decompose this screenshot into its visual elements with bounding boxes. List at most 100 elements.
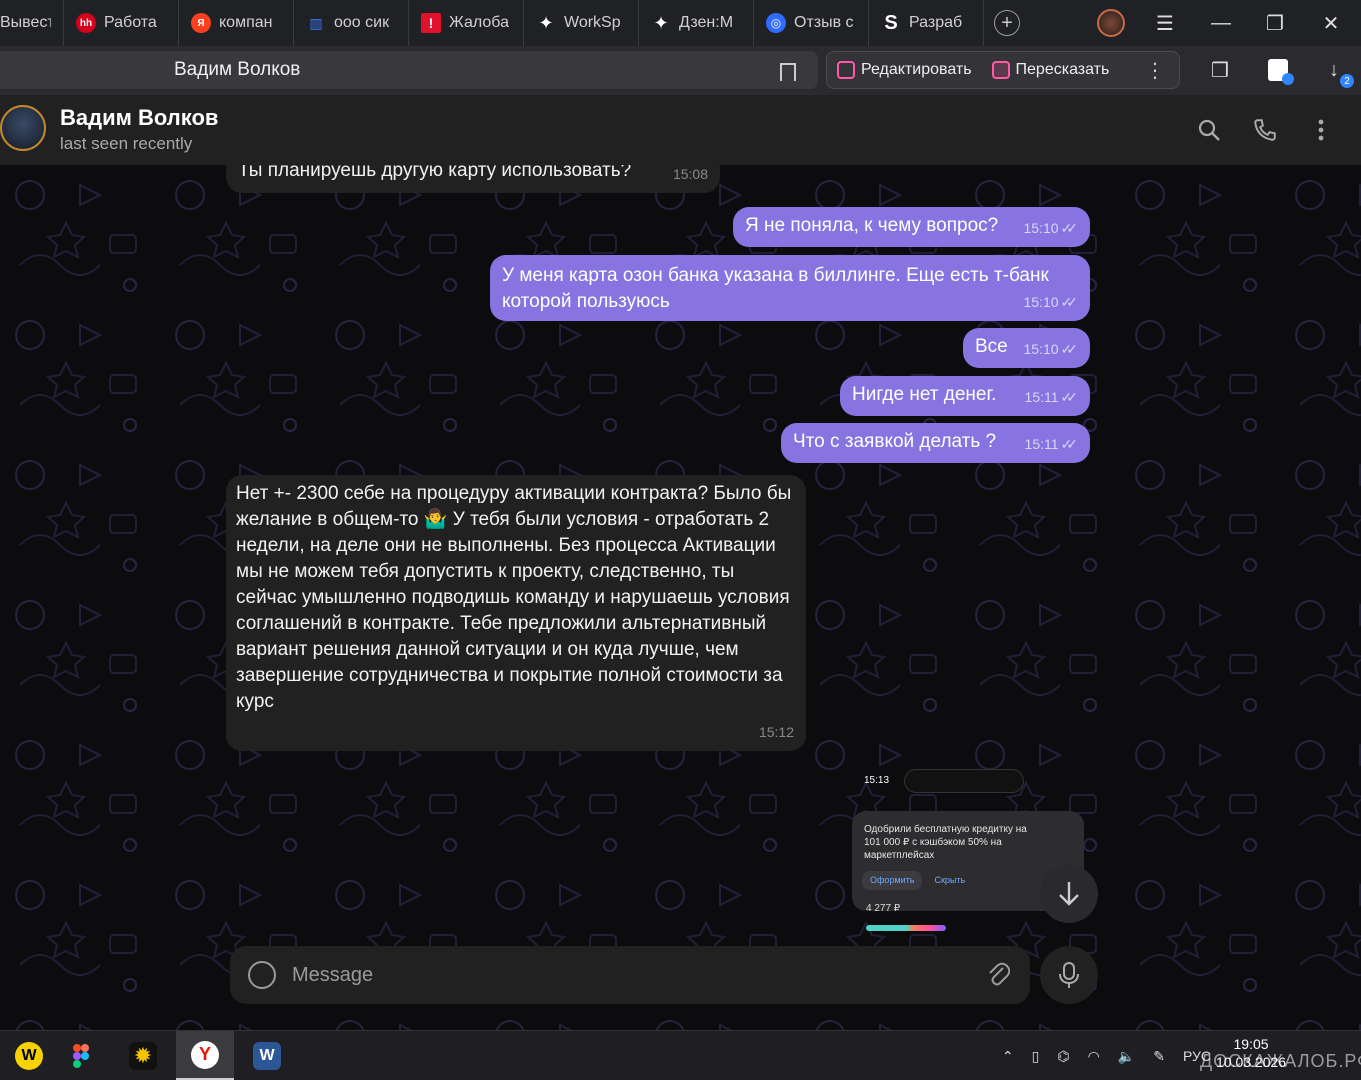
wifi-icon[interactable]: ◠ [1088, 1048, 1100, 1065]
scroll-down-button[interactable] [1040, 865, 1098, 923]
message-text: Нет +- 2300 себе на процедуру активации … [236, 483, 792, 712]
address-bar[interactable]: Вадим Волков [0, 51, 818, 89]
message-meta: 15:10 ✓✓ [1023, 336, 1078, 362]
review-icon: ◎ [766, 13, 786, 33]
message-text: У меня карта озон банка указана в биллин… [502, 265, 1049, 312]
screen: Вывести hh Работа Я компан ▥ ооо сик ! Ж… [0, 0, 1361, 1080]
taskbar-app[interactable] [52, 1031, 110, 1080]
taskbar: W ✹ Y W ⌃ ▯ ⌬ ◠ 🔈 ✎ РУС 19:05 10.03.2026 [0, 1030, 1361, 1080]
more-icon[interactable]: ⋮ [1145, 58, 1179, 83]
pen-icon[interactable]: ✎ [1153, 1048, 1165, 1065]
restore-icon[interactable]: ❐ [1248, 0, 1302, 46]
image-progress-bar [866, 925, 946, 931]
browser-tab[interactable]: hh Работа [64, 0, 179, 46]
bookmark-icon[interactable] [780, 63, 796, 81]
browser-tab[interactable]: ✦ WorkSp [524, 0, 639, 46]
message-text: Все [975, 336, 1008, 357]
message-meta: 15:11 ✓✓ [1024, 431, 1079, 457]
downloads-badge: 2 [1340, 74, 1354, 88]
read-checks-icon: ✓✓ [1060, 389, 1079, 405]
edit-button[interactable]: Редактировать [827, 51, 982, 89]
emoji-icon[interactable] [248, 961, 276, 989]
new-tab-button[interactable]: + [994, 10, 1020, 36]
read-checks-icon: ✓✓ [1060, 341, 1079, 357]
message-time: 15:11 [1024, 389, 1059, 405]
image-hide-label: Скрыть [934, 875, 966, 885]
taskbar-app-browser[interactable]: Y [176, 1031, 234, 1080]
message-incoming[interactable]: Ты планируешь другую карту использовать?… [226, 165, 720, 193]
message-input[interactable] [292, 956, 972, 994]
volume-icon[interactable]: 🔈 [1118, 1048, 1135, 1065]
more-vertical-icon[interactable] [1308, 117, 1334, 143]
chat-messages[interactable]: Ты планируешь другую карту использовать?… [0, 165, 1361, 1030]
message-time: 15:10 [1023, 341, 1059, 357]
message-time: 15:08 [672, 166, 708, 182]
minimize-icon[interactable]: — [1194, 0, 1248, 46]
edit-icon [837, 61, 855, 79]
message-meta: 15:10 ✓✓ [1023, 289, 1078, 315]
edit-label: Редактировать [861, 61, 972, 78]
retell-button[interactable]: Пересказать [982, 51, 1120, 89]
message-outgoing[interactable]: Все 15:10 ✓✓ [963, 328, 1090, 368]
message-outgoing[interactable]: Нигде нет денег. 15:11 ✓✓ [840, 376, 1090, 416]
voice-button[interactable] [1040, 946, 1098, 1004]
page-actions: Редактировать Пересказать ⋮ [826, 51, 1180, 89]
dev-icon: S [884, 11, 898, 34]
tab-title: Жалоба [449, 14, 509, 31]
check-badge-icon [1282, 73, 1294, 85]
tab-title: Вывести [0, 14, 51, 31]
browser-tab[interactable]: ▥ ооо сик [294, 0, 409, 46]
message-time: 15:11 [1024, 436, 1059, 452]
browser-tab[interactable]: ! Жалоба [409, 0, 524, 46]
tab-title: компан [219, 14, 273, 31]
message-incoming[interactable]: Нет +- 2300 себе на процедуру активации … [226, 475, 806, 751]
search-icon[interactable] [1196, 117, 1222, 143]
device-icon[interactable]: ▯ [1032, 1048, 1040, 1065]
browser-toolbar: Вадим Волков Редактировать Пересказать ⋮… [0, 46, 1361, 95]
message-outgoing[interactable]: Что с заявкой делать ? 15:11 ✓✓ [781, 423, 1090, 463]
phone-icon[interactable] [1252, 117, 1278, 143]
contact-avatar[interactable] [0, 105, 46, 151]
taskbar-app[interactable]: W [238, 1031, 296, 1080]
taskbar-app[interactable]: W [0, 1031, 58, 1080]
read-checks-icon: ✓✓ [1060, 294, 1079, 310]
doc-icon [1268, 59, 1294, 85]
bluetooth-icon[interactable]: ⌬ [1057, 1048, 1069, 1065]
contact-status: last seen recently [60, 134, 193, 153]
browser-tab[interactable]: Я компан [179, 0, 294, 46]
attach-icon[interactable] [986, 960, 1012, 990]
downloads-icon[interactable]: ↓ 2 [1322, 58, 1354, 88]
close-icon[interactable]: ✕ [1304, 0, 1358, 46]
retell-label: Пересказать [1015, 61, 1110, 78]
message-outgoing[interactable]: У меня карта озон банка указана в биллин… [490, 255, 1090, 321]
browser-tab[interactable]: S Разраб [869, 0, 984, 46]
message-text: Ты планируешь другую карту использовать? [238, 165, 632, 181]
avatar [1097, 9, 1125, 37]
address-title: Вадим Волков [174, 59, 301, 80]
browser-tab[interactable]: ✦ Дзен:М [639, 0, 754, 46]
menu-icon[interactable]: ☰ [1138, 0, 1192, 46]
profile-avatar[interactable] [1084, 0, 1138, 46]
watermark: ДОСКАЖАЛОБ.РФ [1200, 1051, 1361, 1071]
message-text: Что с заявкой делать ? [793, 431, 997, 452]
tab-title: Отзыв с [794, 14, 854, 31]
browser-tab[interactable]: Вывести [0, 0, 64, 46]
message-composer [230, 946, 1030, 1004]
read-checks-icon: ✓✓ [1060, 436, 1079, 452]
sparkle-icon: ✦ [538, 12, 554, 33]
extension-icon[interactable] [1266, 58, 1294, 85]
microphone-icon [1059, 962, 1079, 988]
retell-icon [991, 61, 1010, 79]
figma-icon [67, 1042, 95, 1070]
message-outgoing[interactable]: Я не поняла, к чему вопрос? 15:10 ✓✓ [733, 207, 1090, 247]
taskbar-app[interactable]: ✹ [114, 1031, 172, 1080]
browser-tab[interactable]: ◎ Отзыв с [754, 0, 869, 46]
tab-title: WorkSp [564, 14, 621, 31]
image-status-time: 15:13 [864, 775, 890, 786]
chat-header[interactable]: Вадим Волков last seen recently [0, 95, 1361, 165]
collections-icon[interactable]: ❒ [1208, 58, 1232, 82]
message-meta: 15:10 ✓✓ [1023, 215, 1078, 241]
chevron-up-icon[interactable]: ⌃ [1002, 1048, 1014, 1065]
sparkle-icon: ✦ [653, 12, 669, 33]
browser-tab-strip: Вывести hh Работа Я компан ▥ ооо сик ! Ж… [0, 0, 1361, 46]
